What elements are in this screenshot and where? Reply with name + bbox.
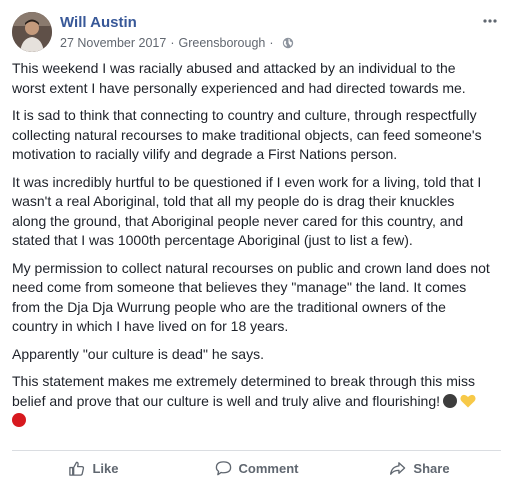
post-date[interactable]: 27 November 2017	[60, 36, 166, 50]
post-body: This weekend I was racially abused and a…	[12, 59, 490, 439]
meta-separator-2: ·	[269, 36, 274, 50]
more-options-icon[interactable]	[479, 14, 501, 28]
share-button[interactable]: Share	[338, 451, 501, 485]
post-paragraph: My permission to collect natural recours…	[12, 259, 490, 335]
share-label: Share	[413, 460, 450, 476]
globe-icon[interactable]	[282, 37, 294, 49]
post-paragraph: It is sad to think that connecting to co…	[12, 107, 482, 162]
comment-icon	[215, 460, 231, 475]
post-meta: 27 November 2017 · Greensborough ·	[60, 36, 294, 50]
like-label: Like	[92, 460, 119, 476]
post-paragraph: This weekend I was racially abused and a…	[12, 60, 466, 96]
post-paragraph-text: This statement makes me extremely determ…	[12, 373, 475, 409]
post-header: Will Austin 27 November 2017 · Greensbor…	[12, 8, 501, 54]
post-paragraph: Apparently "our culture is dead" he says…	[12, 345, 264, 362]
share-icon	[390, 461, 406, 475]
black-circle-icon	[443, 393, 458, 408]
post-paragraph-last: This statement makes me extremely determ…	[12, 372, 490, 431]
post-paragraph: It was incredibly hurtful to be question…	[12, 173, 482, 249]
like-button[interactable]: Like	[12, 451, 175, 485]
red-circle-icon	[12, 413, 26, 427]
post-actions-bar: Like Comment Share	[12, 450, 501, 485]
facebook-post: Will Austin 27 November 2017 · Greensbor…	[0, 0, 513, 485]
comment-button[interactable]: Comment	[175, 451, 338, 485]
thumbs-up-icon	[69, 461, 85, 476]
comment-label: Comment	[238, 460, 299, 476]
avatar[interactable]	[12, 12, 52, 52]
meta-separator: ·	[170, 36, 175, 50]
post-location[interactable]: Greensborough	[179, 36, 266, 50]
yellow-heart-icon	[460, 394, 476, 408]
author-name[interactable]: Will Austin	[60, 14, 137, 31]
